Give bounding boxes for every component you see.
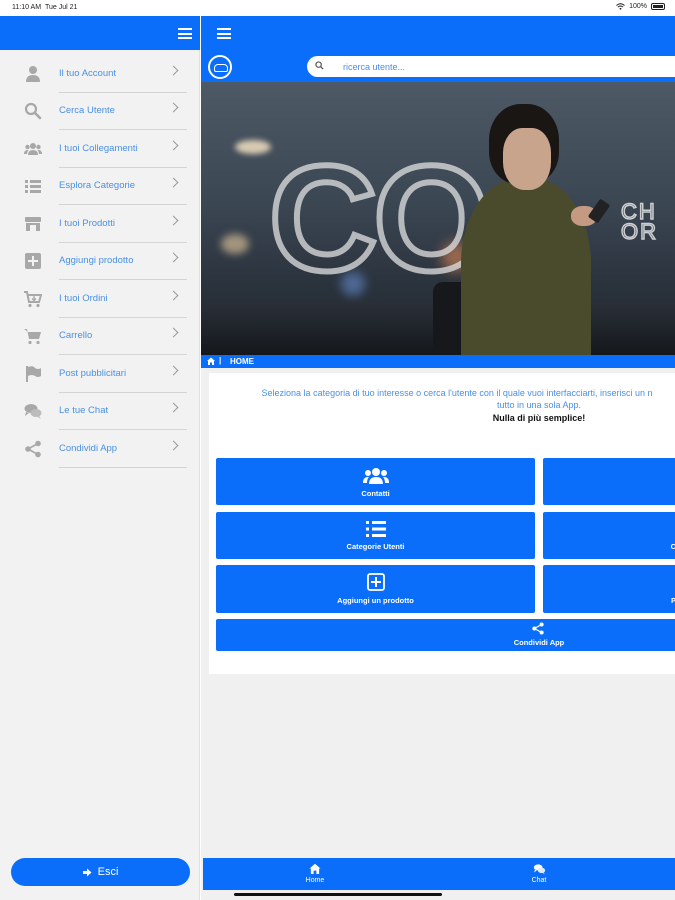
hero-side-text: CH OR	[620, 199, 658, 244]
cart-arrow-icon	[24, 291, 42, 308]
nav-home[interactable]: Home	[285, 858, 345, 890]
chevron-right-icon	[168, 252, 179, 263]
battery-icon	[651, 3, 665, 10]
tile-label: Contatti	[361, 489, 390, 498]
flag-icon	[26, 366, 41, 382]
user-icon	[26, 66, 40, 82]
sidebar-item-share[interactable]: Condividi App	[22, 431, 187, 468]
chevron-right-icon	[168, 177, 179, 188]
cart-icon	[24, 329, 41, 345]
menu-toggle-icon[interactable]	[217, 28, 231, 39]
intro-text-2: tutto in una sola App.	[496, 400, 582, 410]
menu-icon[interactable]	[178, 28, 192, 39]
sidebar-item-products[interactable]: I tuoi Prodotti	[22, 206, 187, 243]
users-icon	[24, 143, 42, 155]
right-tile-2[interactable]: C	[543, 512, 675, 559]
nav-chat[interactable]: Chat	[509, 858, 569, 890]
home-icon	[309, 863, 321, 874]
sidebar-item-label: I tuoi Prodotti	[59, 218, 115, 229]
list-icon	[365, 521, 386, 537]
breadcrumb: | HOME	[201, 355, 675, 368]
home-indicator	[234, 893, 442, 896]
main-header	[201, 16, 675, 52]
chevron-right-icon	[168, 65, 179, 76]
home-icon[interactable]	[207, 357, 215, 365]
share-icon	[532, 622, 544, 635]
sidebar-item-search-user[interactable]: Cerca Utente	[22, 93, 187, 130]
sidebar-item-account[interactable]: Il tuo Account	[22, 56, 187, 93]
search-icon	[24, 102, 42, 120]
chat-icon	[24, 404, 42, 419]
sidebar-item-label: Post pubblicitari	[59, 368, 127, 379]
tile-label: Categorie Utenti	[346, 542, 405, 551]
tile-label: Condividi App	[513, 638, 565, 647]
right-tile-3[interactable]: P	[543, 565, 675, 613]
store-icon	[25, 217, 41, 231]
sidebar-item-cart[interactable]: Carrello	[22, 318, 187, 355]
chevron-right-icon	[168, 215, 179, 226]
main-panel: CO CHOR | HOME Seleziona la categoria di…	[201, 16, 675, 900]
sidebar-item-ads[interactable]: Post pubblicitari	[22, 356, 187, 393]
sign-out-icon	[82, 868, 92, 876]
chevron-right-icon	[168, 140, 179, 151]
sidebar-item-label: Il tuo Account	[59, 68, 117, 79]
chat-icon	[533, 864, 546, 875]
hero-banner: CO CH OR	[201, 82, 675, 355]
sidebar-item-add-product[interactable]: Aggiungi prodotto	[22, 243, 187, 280]
sidebar-item-orders[interactable]: I tuoi Ordini	[22, 281, 187, 318]
wifi-icon	[616, 3, 625, 10]
logout-label: Esci	[97, 866, 119, 878]
categories-tile[interactable]: Categorie Utenti	[216, 512, 535, 559]
nav-label: Home	[305, 877, 325, 884]
users-icon	[362, 468, 389, 484]
contacts-tile[interactable]: Contatti	[216, 458, 535, 505]
sidebar: Il tuo Account Cerca Utente I tuoi Colle…	[0, 16, 200, 900]
search-icon	[315, 61, 324, 70]
chevron-right-icon	[168, 365, 179, 376]
hero-big-text: CO	[266, 131, 493, 305]
sidebar-item-label: Esplora Categorie	[59, 180, 136, 191]
nav-label: Chat	[531, 877, 547, 884]
status-time: 11:10 AM Tue Jul 21	[12, 4, 78, 11]
sidebar-item-chats[interactable]: Le tue Chat	[22, 393, 187, 430]
home-content: Seleziona la categoria di tuo interesse …	[209, 373, 675, 674]
sidebar-item-label: Condividi App	[59, 443, 118, 454]
chevron-right-icon	[168, 440, 179, 451]
sidebar-item-label: Carrello	[59, 330, 93, 341]
search-input[interactable]	[307, 56, 675, 77]
chevron-right-icon	[168, 402, 179, 413]
intro-text: Seleziona la categoria di tuo interesse …	[261, 388, 653, 398]
sidebar-item-connections[interactable]: I tuoi Collegamenti	[22, 131, 187, 168]
tile-label: Aggiungi un prodotto	[337, 596, 414, 605]
plus-square-icon	[25, 253, 41, 269]
logout-button[interactable]: Esci	[11, 858, 190, 886]
right-tile-1[interactable]	[543, 458, 675, 505]
sidebar-item-label: I tuoi Ordini	[59, 293, 108, 304]
plus-square-icon	[366, 573, 385, 591]
sidebar-item-label: Cerca Utente	[59, 105, 115, 116]
sidebar-header	[0, 16, 200, 50]
status-right: 100%	[616, 3, 665, 10]
sidebar-item-categories[interactable]: Esplora Categorie	[22, 168, 187, 205]
share-app-tile[interactable]: Condividi App	[216, 619, 675, 651]
app-logo[interactable]	[208, 55, 232, 79]
bottom-nav: Home Chat	[203, 858, 675, 890]
chevron-right-icon	[168, 102, 179, 113]
battery-percent: 100%	[629, 3, 647, 10]
add-product-tile[interactable]: Aggiungi un prodotto	[216, 565, 535, 613]
share-icon	[25, 440, 41, 458]
sidebar-item-label: Le tue Chat	[59, 405, 109, 416]
tile-label: P	[670, 596, 675, 605]
search-bar	[201, 52, 675, 82]
breadcrumb-label: HOME	[230, 357, 254, 366]
intro-tagline: Nulla di più semplice!	[492, 413, 586, 423]
chevron-right-icon	[168, 290, 179, 301]
status-bar: 11:10 AM Tue Jul 21 100%	[0, 0, 675, 16]
chevron-right-icon	[168, 327, 179, 338]
sidebar-item-label: I tuoi Collegamenti	[59, 143, 138, 154]
list-icon	[25, 180, 41, 193]
sidebar-item-label: Aggiungi prodotto	[59, 255, 134, 266]
tile-label: C	[670, 542, 675, 551]
